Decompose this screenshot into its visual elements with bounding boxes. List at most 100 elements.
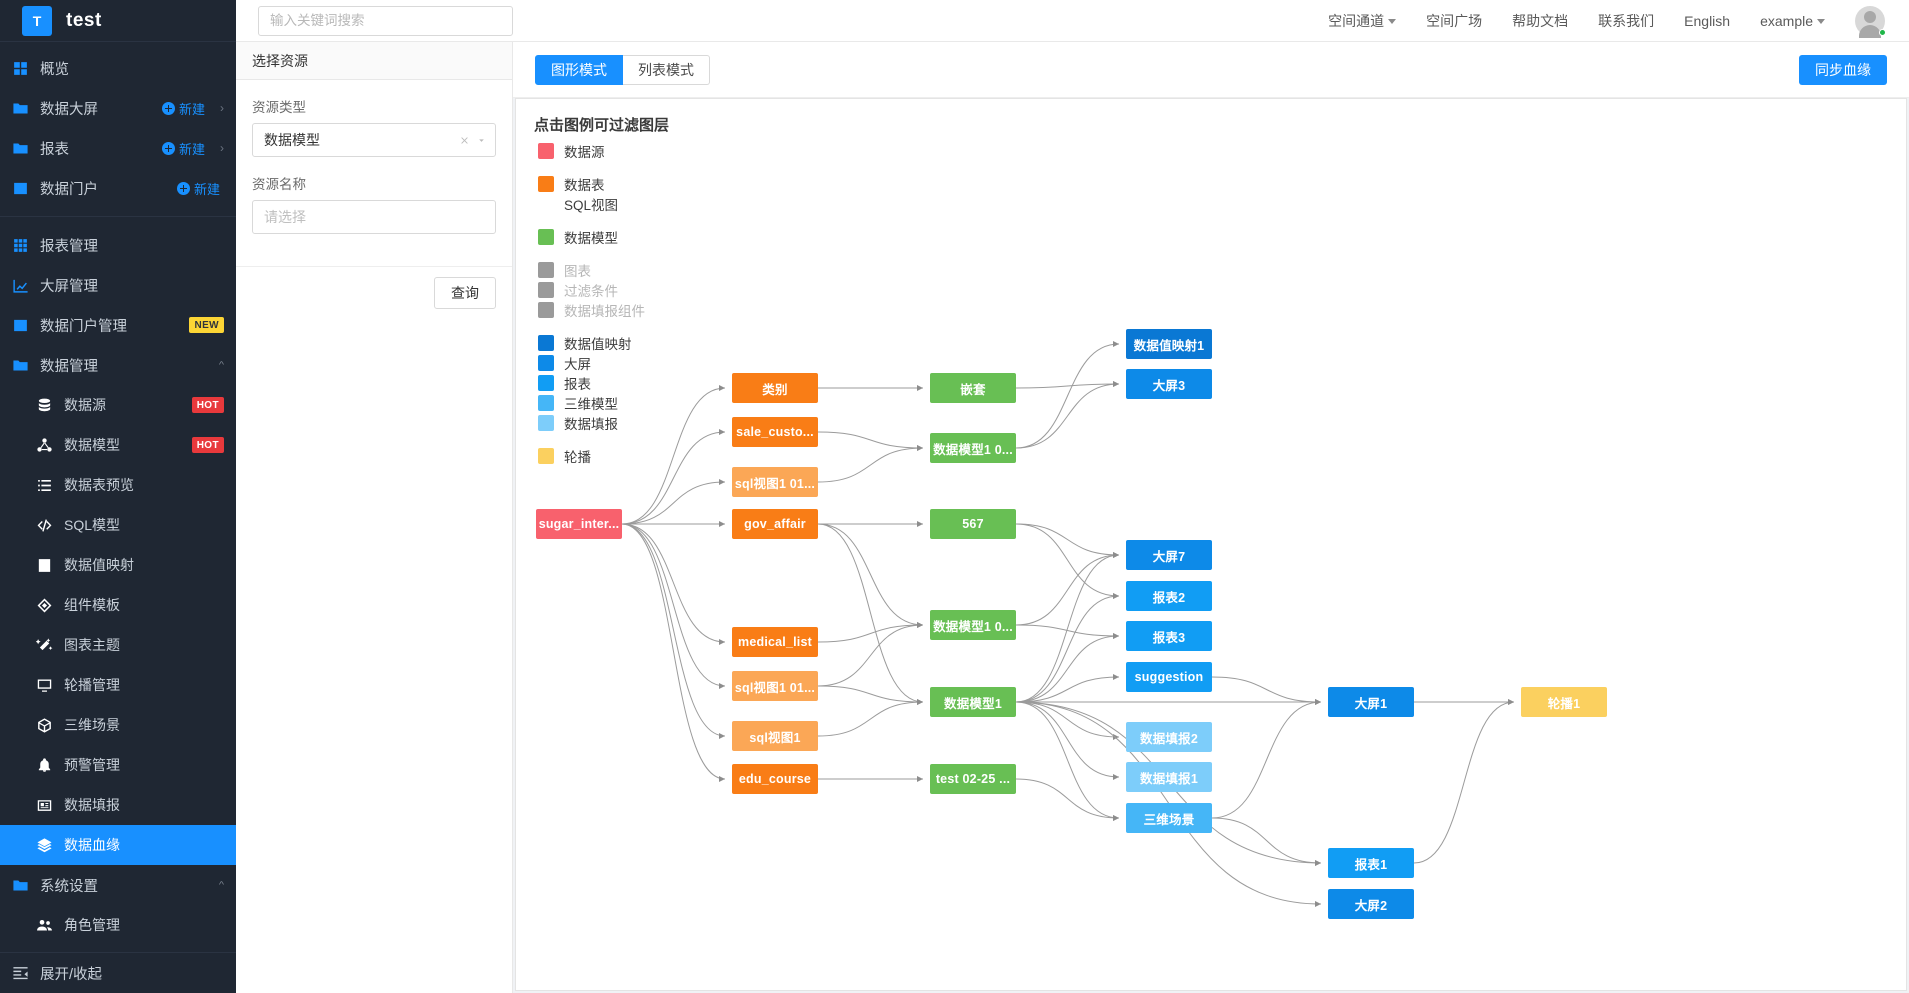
sidebar-item-0[interactable]: 概览 [0,48,236,88]
chevron-right-icon[interactable]: › [220,141,224,155]
sidebar-item-collapse-toggle[interactable]: 展开/收起 [0,953,236,993]
graph-node-t6[interactable]: sql视图1 01... [732,671,818,701]
sidebar-item-1[interactable]: 数据大屏 新建 › [0,88,236,128]
folder-icon [12,877,29,894]
graph-node-b2[interactable]: 大屏3 [1126,369,1212,399]
graph-node-b4[interactable]: 报表2 [1126,581,1212,611]
sidebar-create-new-button[interactable]: 新建 [176,179,220,198]
graph-edge [1015,381,1120,449]
sidebar-item-数据值映射[interactable]: 数据值映射 [0,545,236,585]
resource-name-field: 资源名称 请选择 [252,173,496,234]
topbar-link-联系我们[interactable]: 联系我们 [1598,11,1654,31]
graph-edge [817,685,924,705]
graph-node-b1[interactable]: 数据值映射1 [1126,329,1212,359]
graph-node-m6[interactable]: test 02-25 ... [930,764,1016,794]
graph-node-b7[interactable]: 数据填报2 [1126,722,1212,752]
sidebar-item-label: 数据血缘 [64,837,120,853]
graph-node-d1[interactable]: 轮播1 [1521,687,1607,717]
graph-edge [1015,552,1120,703]
chevron-up-icon[interactable]: ^ [219,880,224,890]
resource-name-label: 资源名称 [252,177,306,192]
graph-node-t4[interactable]: gov_affair [732,509,818,539]
graph-node-b6[interactable]: suggestion [1126,662,1212,692]
sidebar-create-new-button[interactable]: 新建 [161,99,205,118]
sidebar-item-3[interactable]: 数据门户 新建 [0,168,236,208]
graph-node-t3[interactable]: sql视图1 01... [732,467,818,497]
sidebar-item-label: 报表管理 [40,238,98,255]
topbar-link-example[interactable]: example [1760,13,1825,29]
sidebar-item-数据管理[interactable]: 数据管理 ^ [0,345,236,385]
graph-node-m4[interactable]: 数据模型1 0... [930,610,1016,640]
sidebar-item-数据模型[interactable]: 数据模型 HOT [0,425,236,465]
topbar-link-English[interactable]: English [1684,13,1730,29]
brand[interactable]: T test [0,0,236,42]
sidebar-item-label: 数据填报 [64,797,120,813]
sidebar-item-组件模板[interactable]: 组件模板 [0,585,236,625]
tab-图形模式[interactable]: 图形模式 [535,54,623,85]
graph-node-m1[interactable]: 嵌套 [930,373,1016,403]
sidebar-item-报表管理[interactable]: 报表管理 [0,225,236,265]
graph-node-b5[interactable]: 报表3 [1126,621,1212,651]
resource-type-select[interactable]: 数据模型 [252,123,496,157]
sidebar-item-数据血缘[interactable]: 数据血缘 [0,825,236,865]
sidebar-item-label: 数据值映射 [64,557,134,573]
sidebar-item-大屏管理[interactable]: 大屏管理 [0,265,236,305]
graph-node-c2[interactable]: 报表1 [1328,848,1414,878]
sync-lineage-button[interactable]: 同步血缘 [1799,54,1887,85]
avatar[interactable] [1855,5,1886,38]
clear-icon[interactable] [459,135,470,146]
tab-列表模式[interactable]: 列表模式 [623,54,710,85]
sidebar-item-数据门户管理[interactable]: 数据门户管理 NEW [0,305,236,345]
create-new-label: 新建 [178,101,205,117]
graph-node-t7[interactable]: sql视图1 [732,721,818,751]
graph-node-m3[interactable]: 567 [930,509,1016,539]
search-input[interactable] [258,5,513,36]
graph-node-c1[interactable]: 大屏1 [1328,687,1414,717]
graph-node-t5[interactable]: medical_list [732,627,818,657]
cube-icon [36,717,53,734]
sidebar-item-三维场景[interactable]: 三维场景 [0,705,236,745]
topbar-link-空间广场[interactable]: 空间广场 [1426,11,1482,31]
chevron-down-icon[interactable] [476,135,487,146]
model-icon [36,437,53,454]
brand-title: test [66,9,102,31]
chevron-up-icon[interactable]: ^ [219,360,224,370]
sidebar-item-数据填报[interactable]: 数据填报 [0,785,236,825]
graph-node-src1[interactable]: sugar_inter... [536,509,622,539]
database-icon [36,397,53,414]
resource-name-select[interactable]: 请选择 [252,200,496,234]
sidebar-item-label: 报表 [40,141,69,158]
lineage-canvas[interactable]: 点击图例可过滤图层 数据源 数据表 SQL视图 数据模型 图表 过滤条件 数据填报组件 数据值… [515,98,1907,991]
graph-node-c3[interactable]: 大屏2 [1328,889,1414,919]
sidebar-item-label: 数据表预览 [64,477,134,493]
graph-node-t8[interactable]: edu_course [732,764,818,794]
sidebar-item-图表主题[interactable]: 图表主题 [0,625,236,665]
topbar-links: 空间通道 空间广场 帮助文档 联系我们 English example [1328,5,1909,38]
graph-node-m2[interactable]: 数据模型1 0... [930,433,1016,463]
sidebar-item-数据源[interactable]: 数据源 HOT [0,385,236,425]
graph-edges [621,341,1515,907]
topbar-link-帮助文档[interactable]: 帮助文档 [1512,11,1568,31]
sidebar-item-角色管理[interactable]: 角色管理 [0,905,236,945]
graph-node-t2[interactable]: sale_custo... [732,417,818,447]
topbar-link-空间通道[interactable]: 空间通道 [1328,11,1397,31]
sidebar-item-SQL模型[interactable]: SQL模型 [0,505,236,545]
graph-node-b8[interactable]: 数据填报1 [1126,762,1212,792]
sidebar-item-预警管理[interactable]: 预警管理 [0,745,236,785]
topbar: 空间通道 空间广场 帮助文档 联系我们 English example [236,0,1909,42]
graph-edge [1015,624,1120,639]
chevron-right-icon[interactable]: › [220,101,224,115]
query-button[interactable]: 查询 [434,277,496,309]
folder-icon [12,357,29,374]
layers-icon [36,837,53,854]
graph-node-t1[interactable]: 类别 [732,373,818,403]
sidebar-item-数据表预览[interactable]: 数据表预览 [0,465,236,505]
graph-node-b9[interactable]: 三维场景 [1126,803,1212,833]
sidebar-create-new-button[interactable]: 新建 [161,139,205,158]
sidebar-item-2[interactable]: 报表 新建 › [0,128,236,168]
sidebar-item-系统设置[interactable]: 系统设置 ^ [0,865,236,905]
graph-node-b3[interactable]: 大屏7 [1126,540,1212,570]
graph-edge [1015,593,1120,703]
sidebar-item-轮播管理[interactable]: 轮播管理 [0,665,236,705]
graph-node-m5[interactable]: 数据模型1 [930,687,1016,717]
